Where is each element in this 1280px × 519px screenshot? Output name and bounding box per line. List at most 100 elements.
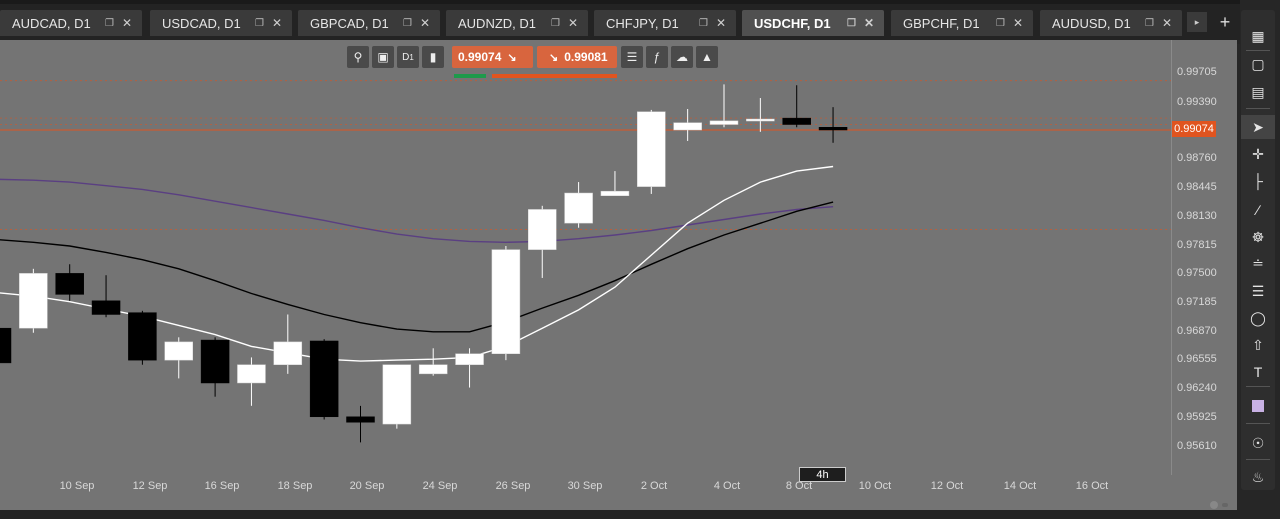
templates-icon[interactable]: ▲ <box>696 46 718 68</box>
tab-audcad[interactable]: AUDCAD, D1 ❐ ✕ <box>0 10 142 36</box>
indicator-icon[interactable]: ƒ <box>646 46 668 68</box>
timeframe-d-label: D <box>402 51 410 63</box>
buy-button[interactable]: ↘ 0.99081 <box>537 46 617 68</box>
text-icon[interactable]: T <box>1241 360 1275 384</box>
detach-icon[interactable]: ❐ <box>551 18 560 29</box>
candle-body <box>600 190 630 197</box>
detach-icon[interactable]: ❐ <box>255 18 264 29</box>
price-tick-label: 0.96240 <box>1177 382 1217 394</box>
price-tick-label: 0.98130 <box>1177 210 1217 222</box>
candle-body <box>382 364 412 425</box>
chart-area[interactable] <box>0 40 1237 510</box>
time-tick-label: 24 Sep <box>422 480 458 492</box>
tab-label: USDCHF, D1 <box>754 15 831 31</box>
price-tick-label: 0.99705 <box>1177 66 1217 78</box>
color-swatch-icon[interactable] <box>1241 394 1275 418</box>
tab-label: GBPCHF, D1 <box>903 15 980 31</box>
layout-grid-icon[interactable]: ▦ <box>1241 24 1275 48</box>
close-icon[interactable]: ✕ <box>272 16 282 30</box>
candlestick-chart[interactable] <box>0 40 1237 510</box>
candle-body <box>0 327 12 364</box>
timeframe-marker[interactable]: 4h <box>799 467 846 482</box>
close-icon[interactable]: ✕ <box>864 16 874 30</box>
objects-icon[interactable]: ☁ <box>671 46 693 68</box>
zoom-icon[interactable]: ⚲ <box>347 46 369 68</box>
fibonacci-icon[interactable]: ☰ <box>1241 279 1275 303</box>
price-tick-label: 0.98445 <box>1177 181 1217 193</box>
price-tick-label: 0.95610 <box>1177 440 1217 452</box>
candle-body <box>818 127 848 131</box>
timeframe-button[interactable]: D1 <box>397 46 419 68</box>
detach-icon[interactable]: ❐ <box>996 18 1005 29</box>
timeframe-d-sub: 1 <box>409 52 414 62</box>
time-tick-label: 30 Sep <box>567 480 603 492</box>
title-strip <box>0 0 1240 4</box>
close-icon[interactable]: ✕ <box>420 16 430 30</box>
sell-button[interactable]: 0.99074 ↘ <box>452 46 533 68</box>
fan-icon[interactable]: ≐ <box>1241 251 1275 275</box>
time-tick-label: 12 Sep <box>132 480 168 492</box>
candle-body <box>19 273 48 329</box>
horizontal-ray-icon[interactable]: ├ <box>1241 169 1275 193</box>
close-icon[interactable]: ✕ <box>716 16 726 30</box>
camera-icon[interactable]: ☉ <box>1241 431 1275 455</box>
close-icon[interactable]: ✕ <box>122 16 132 30</box>
tab-chfjpy[interactable]: CHFJPY, D1 ❐ ✕ <box>594 10 736 36</box>
pitchfork-icon[interactable]: ☸ <box>1241 225 1275 249</box>
close-icon[interactable]: ✕ <box>1013 16 1023 30</box>
candle-body <box>309 340 339 418</box>
tab-scroll-right-button[interactable]: ▸ <box>1187 12 1207 32</box>
alarm-bell-icon[interactable]: ♨ <box>1241 465 1275 489</box>
arrow-up-icon[interactable]: ⇧ <box>1241 333 1275 357</box>
order-list-icon[interactable]: ☰ <box>621 46 643 68</box>
detach-icon[interactable]: ❐ <box>847 18 856 29</box>
cursor-icon[interactable]: ➤ <box>1241 115 1275 139</box>
detach-icon[interactable]: ❐ <box>105 18 114 29</box>
candle-body <box>237 364 266 384</box>
screenshot-icon[interactable]: ▣ <box>372 46 394 68</box>
status-bar <box>0 510 1240 519</box>
candle-body <box>128 312 157 361</box>
candle-body <box>673 122 702 131</box>
detach-icon[interactable]: ❐ <box>699 18 708 29</box>
tab-gbpchf[interactable]: GBPCHF, D1 ❐ ✕ <box>891 10 1033 36</box>
ask-volume-bar <box>492 74 617 78</box>
ellipse-icon[interactable]: ◯ <box>1241 306 1275 330</box>
tab-usdchf[interactable]: USDCHF, D1 ❐ ✕ <box>742 10 884 36</box>
trend-line-icon[interactable]: ∕ <box>1241 198 1275 222</box>
scroll-track-icon[interactable] <box>1222 503 1228 507</box>
candle-body <box>564 192 593 224</box>
chart-type-icon[interactable]: ▮ <box>422 46 444 68</box>
candle-body <box>418 364 448 375</box>
scroll-handle-icon[interactable] <box>1210 501 1218 509</box>
candle-body <box>200 339 230 384</box>
close-icon[interactable]: ✕ <box>1162 16 1172 30</box>
tab-gbpcad[interactable]: GBPCAD, D1 ❐ ✕ <box>298 10 440 36</box>
time-tick-label: 10 Sep <box>59 480 95 492</box>
single-layout-icon[interactable]: ▢ <box>1241 52 1275 76</box>
close-icon[interactable]: ✕ <box>568 16 578 30</box>
add-tab-button[interactable]: + <box>1214 10 1236 34</box>
price-tick-label: 0.95925 <box>1177 411 1217 423</box>
bid-volume-bar <box>454 74 486 78</box>
time-tick-label: 20 Sep <box>349 480 385 492</box>
time-tick-label: 4 Oct <box>713 480 741 492</box>
detach-icon[interactable]: ❐ <box>403 18 412 29</box>
tab-label: AUDUSD, D1 <box>1052 15 1131 31</box>
tab-usdcad[interactable]: USDCAD, D1 ❐ ✕ <box>150 10 292 36</box>
tab-audnzd[interactable]: AUDNZD, D1 ❐ ✕ <box>446 10 588 36</box>
price-tick-label: 0.97815 <box>1177 239 1217 251</box>
time-tick-label: 16 Sep <box>204 480 240 492</box>
sidebar-divider <box>1246 423 1270 424</box>
price-tick-label: 0.97185 <box>1177 296 1217 308</box>
sidebar-divider <box>1246 459 1270 460</box>
tab-audusd[interactable]: AUDUSD, D1 ❐ ✕ <box>1040 10 1182 36</box>
candle-body <box>273 341 303 365</box>
crosshair-icon[interactable]: ✛ <box>1241 142 1275 166</box>
time-tick-label: 26 Sep <box>495 480 531 492</box>
split-layout-icon[interactable]: ▤ <box>1241 80 1275 104</box>
current-price-tag: 0.99074 <box>1172 121 1216 137</box>
detach-icon[interactable]: ❐ <box>1145 18 1154 29</box>
sidebar-divider <box>1246 386 1270 387</box>
candle-body <box>528 209 557 250</box>
